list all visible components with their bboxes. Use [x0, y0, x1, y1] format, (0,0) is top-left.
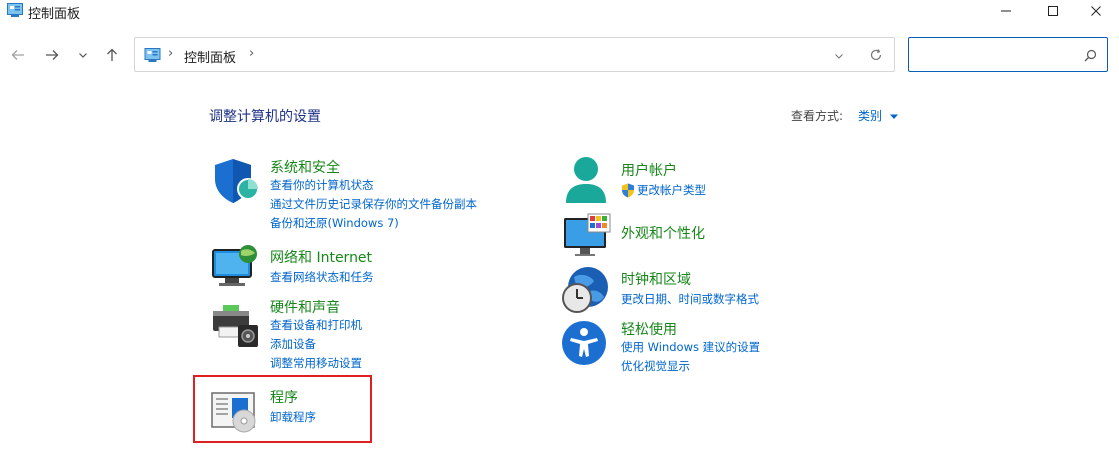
chevron-down-icon[interactable] — [834, 51, 844, 61]
up-button[interactable] — [101, 44, 123, 66]
up-arrow-icon — [107, 48, 117, 61]
window-title: 控制面板 — [28, 7, 81, 22]
category-system-security[interactable]: 系统和安全 — [270, 157, 340, 177]
link-network-status[interactable]: 查看网络状态和任务 — [270, 268, 374, 287]
maximize-button[interactable] — [1030, 0, 1076, 22]
search-box[interactable] — [908, 37, 1108, 72]
back-arrow-icon — [11, 50, 24, 60]
breadcrumb-separator[interactable]: › — [168, 46, 173, 61]
view-by-value[interactable]: 类别 — [858, 109, 882, 123]
view-by-dropdown[interactable]: 类别 — [858, 107, 898, 124]
minimize-button[interactable] — [983, 0, 1029, 22]
view-by-label: 查看方式: — [791, 109, 844, 123]
link-add-device[interactable]: 添加设备 — [270, 335, 316, 354]
category-appearance-personalization[interactable]: 外观和个性化 — [621, 223, 705, 243]
close-icon — [1091, 6, 1101, 16]
category-ease-of-access[interactable]: 轻松使用 — [621, 319, 677, 339]
link-windows-recommended-settings[interactable]: 使用 Windows 建议的设置 — [621, 338, 760, 357]
link-view-computer-status[interactable]: 查看你的计算机状态 — [270, 176, 374, 195]
maximize-icon — [1048, 6, 1058, 16]
monitor-palette-icon — [564, 213, 611, 256]
shield-icon — [215, 159, 259, 203]
forward-arrow-icon — [46, 50, 59, 60]
link-optimize-visual-display[interactable]: 优化视觉显示 — [621, 357, 690, 376]
user-icon — [566, 157, 606, 203]
title-bar: 控制面板 — [0, 0, 1119, 24]
link-file-history-backup[interactable]: 通过文件历史记录保存你的文件备份副本 — [270, 195, 477, 214]
category-network-internet[interactable]: 网络和 Internet — [270, 247, 372, 267]
link-devices-printers[interactable]: 查看设备和打印机 — [270, 316, 362, 335]
uac-shield-icon — [622, 183, 634, 198]
category-hardware-sound[interactable]: 硬件和声音 — [270, 297, 340, 317]
printer-speaker-icon — [213, 305, 258, 347]
forward-button[interactable] — [41, 44, 63, 66]
page-title: 调整计算机的设置 — [209, 109, 321, 125]
highlight-box-programs — [193, 375, 372, 443]
link-backup-restore[interactable]: 备份和还原(Windows 7) — [270, 214, 399, 233]
close-button[interactable] — [1073, 0, 1119, 22]
clock-globe-icon — [562, 267, 608, 313]
category-clock-region[interactable]: 时钟和区域 — [621, 269, 691, 289]
network-globe-icon — [212, 245, 257, 286]
minimize-icon — [1001, 10, 1011, 12]
control-panel-icon — [144, 48, 161, 62]
back-button[interactable] — [7, 44, 29, 66]
chevron-down-icon — [79, 53, 87, 58]
dropdown-arrow-icon — [889, 114, 898, 119]
link-change-account-type[interactable]: 更改帐户类型 — [637, 181, 706, 200]
breadcrumb-separator[interactable]: › — [249, 46, 254, 61]
control-panel-icon — [7, 3, 23, 17]
address-bar[interactable]: › 控制面板 › — [134, 37, 895, 72]
recent-locations-button[interactable] — [72, 44, 94, 66]
category-user-accounts[interactable]: 用户帐户 — [621, 160, 677, 180]
breadcrumb-control-panel[interactable]: 控制面板 — [184, 47, 236, 66]
link-change-date-time-format[interactable]: 更改日期、时间或数字格式 — [621, 290, 759, 309]
search-icon[interactable] — [1084, 49, 1097, 62]
accessibility-icon — [562, 321, 606, 365]
link-mobility-settings[interactable]: 调整常用移动设置 — [270, 354, 362, 373]
search-input[interactable] — [915, 44, 1079, 66]
refresh-icon[interactable] — [869, 48, 883, 62]
